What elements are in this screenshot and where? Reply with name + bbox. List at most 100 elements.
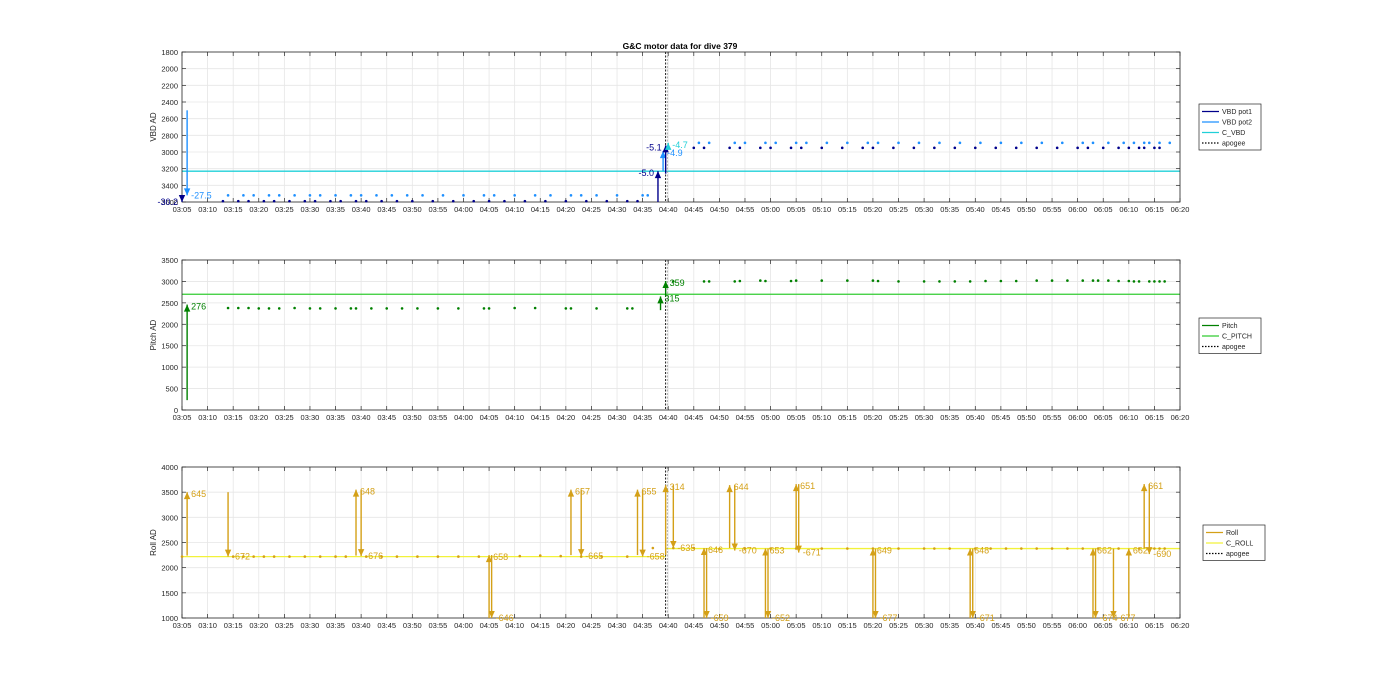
data-point xyxy=(431,199,435,203)
event-label: -677 xyxy=(1117,613,1135,623)
legend-label: Pitch xyxy=(1222,323,1238,330)
data-point xyxy=(513,306,516,310)
event-arrow-head xyxy=(357,549,365,557)
data-point xyxy=(692,146,696,150)
chart-panel-1: 03:05 03:10 03:15 03:20 03:25 03:30 03:35 03:40… xyxy=(149,48,1262,214)
data-point xyxy=(1122,141,1126,145)
x-tick-label: 04:05 xyxy=(480,413,499,422)
y-tick-label: 3000 xyxy=(161,277,178,286)
event-arrow-head xyxy=(567,489,575,497)
data-point xyxy=(759,146,762,150)
data-point xyxy=(1142,146,1146,150)
event-label: 661 xyxy=(1148,481,1163,491)
y-tick-label: 3200 xyxy=(161,165,178,174)
data-point xyxy=(569,307,573,310)
event-arrow-head xyxy=(654,171,662,179)
figure-canvas: G&C motor data for dive 379 03:05 03:10 03… xyxy=(149,41,1266,630)
data-point xyxy=(1163,280,1166,283)
data-point xyxy=(840,146,844,150)
data-point xyxy=(364,199,368,203)
legend-label: VBD pot2 xyxy=(1222,120,1252,127)
data-point xyxy=(513,194,516,197)
data-point xyxy=(702,280,706,283)
event-arrow-head xyxy=(183,188,191,196)
event-label: -652 xyxy=(772,613,790,623)
x-tick-label: 04:05 xyxy=(480,205,499,214)
data-point xyxy=(897,280,900,283)
figure: G&C motor data for dive 379 03:05 03:10 03… xyxy=(0,0,1400,693)
event-arrow-head xyxy=(224,549,232,557)
data-point xyxy=(492,194,496,197)
x-tick-label: 03:20 xyxy=(249,413,268,422)
x-tick-label: 05:50 xyxy=(1017,413,1036,422)
x-tick-label: 04:00 xyxy=(454,621,473,630)
x-tick-label: 03:15 xyxy=(224,413,243,422)
data-point xyxy=(482,307,486,310)
x-tick-label: 06:05 xyxy=(1094,205,1113,214)
data-point xyxy=(421,194,424,197)
data-point xyxy=(538,554,542,557)
data-point xyxy=(1014,146,1018,150)
data-point xyxy=(349,307,353,310)
figure-title: G&C motor data for dive 379 xyxy=(623,41,738,51)
data-point xyxy=(354,307,358,310)
data-point xyxy=(1117,547,1120,550)
x-tick-label: 03:40 xyxy=(352,413,371,422)
event-label: 276 xyxy=(191,302,206,312)
x-tick-label: 06:10 xyxy=(1119,413,1138,422)
event-arrow-head xyxy=(639,549,646,557)
y-tick-label: 2800 xyxy=(161,131,178,140)
x-tick-label: 05:15 xyxy=(838,413,857,422)
data-point xyxy=(1020,547,1023,550)
data-point xyxy=(272,199,276,203)
x-tick-label: 05:05 xyxy=(787,413,806,422)
event-label: -659 xyxy=(711,613,729,623)
data-point xyxy=(544,199,547,203)
event-label: 359 xyxy=(670,278,685,288)
data-point xyxy=(277,194,281,197)
data-point xyxy=(1127,146,1131,150)
x-tick-label: 04:40 xyxy=(659,413,678,422)
event-label: 645 xyxy=(191,489,206,499)
data-point xyxy=(933,146,936,150)
data-point xyxy=(359,194,363,197)
x-tick-label: 04:20 xyxy=(556,205,575,214)
data-point xyxy=(979,141,982,145)
data-point xyxy=(595,194,598,197)
data-point xyxy=(252,194,255,197)
x-tick-label: 06:20 xyxy=(1171,413,1190,422)
x-tick-label: 06:15 xyxy=(1145,621,1164,630)
data-point xyxy=(1142,141,1146,145)
x-tick-label: 05:45 xyxy=(991,413,1010,422)
data-point xyxy=(631,307,634,310)
y-tick-label: 0 xyxy=(174,406,178,415)
data-point xyxy=(257,307,261,310)
x-tick-label: 06:05 xyxy=(1094,413,1113,422)
x-tick-label: 04:55 xyxy=(736,205,755,214)
data-point xyxy=(518,554,522,558)
data-point xyxy=(533,194,537,197)
data-point xyxy=(846,279,849,282)
data-point xyxy=(1132,141,1136,145)
event-arrow-head xyxy=(657,296,664,304)
y-tick-label: 2500 xyxy=(161,299,178,308)
data-point xyxy=(318,307,322,310)
data-point xyxy=(247,199,250,203)
data-point xyxy=(968,280,972,283)
data-point xyxy=(805,141,808,145)
legend-label: apogee xyxy=(1222,141,1245,148)
data-point xyxy=(411,199,414,203)
x-tick-label: 04:55 xyxy=(736,621,755,630)
x-tick-label: 04:25 xyxy=(582,205,601,214)
event-label: 648 xyxy=(360,487,375,497)
x-tick-label: 06:20 xyxy=(1171,205,1190,214)
data-point xyxy=(1091,141,1095,145)
legend-label: apogee xyxy=(1222,344,1245,351)
data-point xyxy=(595,307,598,310)
data-point xyxy=(641,194,644,197)
data-point xyxy=(1035,547,1038,550)
data-point xyxy=(984,279,987,283)
data-point xyxy=(385,307,389,310)
x-tick-label: 03:10 xyxy=(198,621,217,630)
data-point xyxy=(912,146,916,150)
